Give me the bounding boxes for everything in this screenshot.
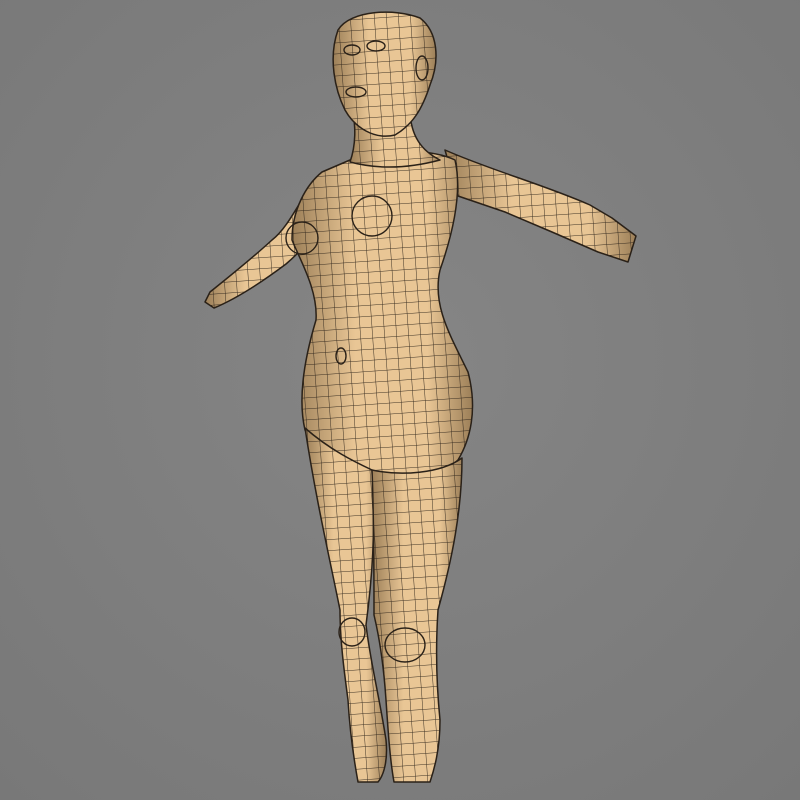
viewport-scene[interactable] — [0, 0, 800, 800]
3d-viewport[interactable] — [0, 0, 800, 800]
